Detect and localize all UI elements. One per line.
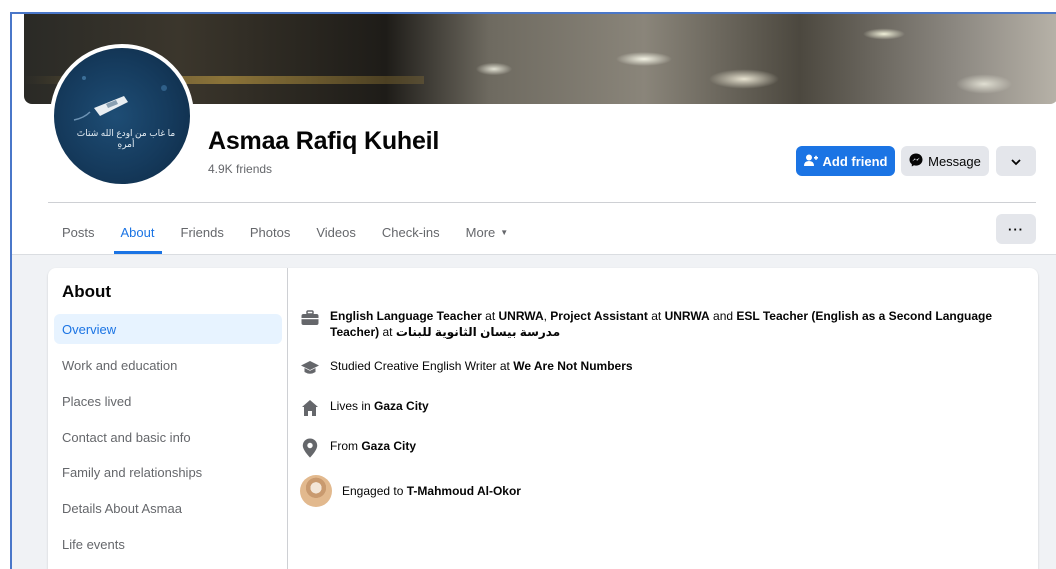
education-prefix: Studied Creative English Writer at <box>330 359 514 373</box>
overview-from-row: From Gaza City <box>300 438 416 458</box>
job-title-2[interactable]: Project Assistant <box>550 309 648 323</box>
relationship-prefix: Engaged to <box>342 484 407 498</box>
profile-picture-caption: ما غاب من اودع الله شتاتَ أمرهِ <box>76 128 176 149</box>
add-person-icon <box>803 154 818 169</box>
profile-picture[interactable]: ما غاب من اودع الله شتاتَ أمرهِ <box>50 44 194 188</box>
work-at: at <box>481 309 499 323</box>
about-title: About <box>62 282 112 301</box>
from-place[interactable]: Gaza City <box>361 439 416 453</box>
employer-1[interactable]: UNRWA <box>499 309 544 323</box>
employer-3[interactable]: مدرسة بيسان الثانوية للبنات <box>396 325 560 339</box>
friends-count[interactable]: 4.9K friends <box>208 162 272 176</box>
sidebar-item-places-lived[interactable]: Places lived <box>54 386 282 416</box>
about-card: About Overview Work and education Places… <box>48 268 1038 569</box>
overview-education-row: Studied Creative English Writer at We Ar… <box>300 358 633 378</box>
sidebar-item-contact-info[interactable]: Contact and basic info <box>54 422 282 452</box>
relationship-text: Engaged to T-Mahmoud Al-Okor <box>342 483 521 499</box>
tab-photos[interactable]: Photos <box>237 210 303 254</box>
messenger-icon <box>909 153 923 170</box>
tab-about[interactable]: About <box>108 210 168 254</box>
work-text: English Language Teacher at UNRWA, Proje… <box>330 308 1000 340</box>
more-options-button[interactable]: ··· <box>996 214 1036 244</box>
partner-avatar[interactable] <box>300 475 332 507</box>
ellipsis-icon: ··· <box>1008 221 1024 237</box>
header-divider <box>48 202 1036 203</box>
chevron-down-icon <box>1011 154 1021 169</box>
sidebar-item-family-relationships[interactable]: Family and relationships <box>54 457 282 487</box>
overview-work-row: English Language Teacher at UNRWA, Proje… <box>300 308 1000 340</box>
from-prefix: From <box>330 439 362 453</box>
about-sidebar: About Overview Work and education Places… <box>48 268 288 569</box>
lives-place[interactable]: Gaza City <box>374 399 429 413</box>
message-button[interactable]: Message <box>901 146 989 176</box>
tab-friends[interactable]: Friends <box>168 210 237 254</box>
education-text: Studied Creative English Writer at We Ar… <box>330 358 633 374</box>
overview-relationship-row: Engaged to T-Mahmoud Al-Okor <box>300 475 521 507</box>
tab-check-ins[interactable]: Check-ins <box>369 210 453 254</box>
overview-lives-row: Lives in Gaza City <box>300 398 429 418</box>
tab-posts[interactable]: Posts <box>48 210 108 254</box>
location-pin-icon <box>300 438 320 458</box>
sidebar-item-overview[interactable]: Overview <box>54 314 282 344</box>
partner-name[interactable]: T-Mahmoud Al-Okor <box>407 484 521 498</box>
sidebar-item-work-education[interactable]: Work and education <box>54 350 282 380</box>
graduation-cap-icon <box>300 358 320 378</box>
work-at: at <box>379 325 396 339</box>
profile-tabs: Posts About Friends Photos Videos Check-… <box>48 210 521 254</box>
profile-options-dropdown[interactable] <box>996 146 1036 176</box>
sidebar-item-life-events[interactable]: Life events <box>54 529 282 559</box>
tab-more-label: More <box>465 224 496 240</box>
job-title-1[interactable]: English Language Teacher <box>330 309 482 323</box>
tab-more[interactable]: More ▼ <box>453 210 522 254</box>
work-and: and <box>709 309 737 323</box>
add-friend-label: Add friend <box>822 153 888 169</box>
lives-prefix: Lives in <box>330 399 375 413</box>
home-icon <box>300 398 320 418</box>
profile-name: Asmaa Rafiq Kuheil <box>208 127 440 155</box>
add-friend-button[interactable]: Add friend <box>796 146 895 176</box>
from-text: From Gaza City <box>330 438 416 454</box>
message-label: Message <box>928 153 981 169</box>
sidebar-item-details[interactable]: Details About Asmaa <box>54 493 282 523</box>
lives-text: Lives in Gaza City <box>330 398 429 414</box>
tab-videos[interactable]: Videos <box>303 210 369 254</box>
work-at: at <box>647 309 665 323</box>
profile-page: ما غاب من اودع الله شتاتَ أمرهِ Asmaa Ra… <box>10 12 1056 569</box>
employer-2[interactable]: UNRWA <box>665 309 710 323</box>
boat-image <box>73 76 167 121</box>
education-school[interactable]: We Are Not Numbers <box>513 359 632 373</box>
caret-down-icon: ▼ <box>500 227 509 237</box>
briefcase-icon <box>300 308 320 328</box>
